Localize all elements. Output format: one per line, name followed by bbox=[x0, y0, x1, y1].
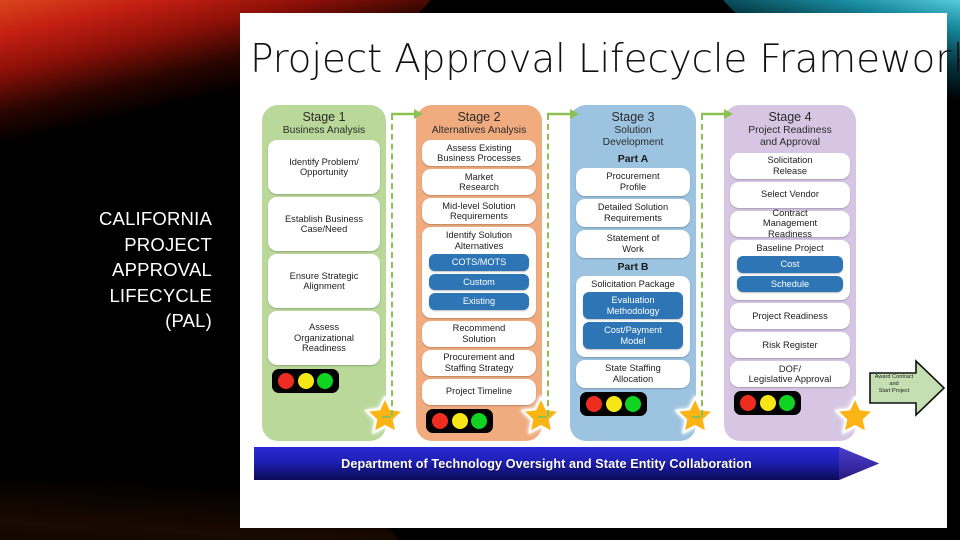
stage-item[interactable]: Procurement and Staffing Strategy bbox=[422, 349, 536, 376]
traffic-light-green bbox=[470, 412, 487, 429]
stage-column-4[interactable]: Stage 4 Project Readiness and Approval Soli… bbox=[724, 105, 856, 441]
stage-item[interactable]: Risk Register bbox=[730, 332, 850, 359]
stage-heading: Stage 3 Solution Development bbox=[570, 108, 696, 150]
stage-heading: Stage 2 Alternatives Analysis bbox=[416, 108, 542, 137]
stage-subitem[interactable]: Custom bbox=[429, 273, 529, 291]
content-panel: Project Approval Lifecycle Framework Sta… bbox=[240, 13, 960, 528]
stage-group[interactable]: Solicitation Package Evaluation Methodolog… bbox=[576, 275, 690, 357]
stage-column-2[interactable]: Stage 2 Alternatives Analysis Assess Exist… bbox=[416, 105, 542, 441]
stage-name: Solution Development bbox=[602, 124, 664, 149]
stage-item[interactable]: Procurement Profile bbox=[576, 167, 690, 196]
traffic-light-yellow bbox=[605, 396, 622, 412]
stage-column-1[interactable]: Stage 1 Business Analysis Identify Problem… bbox=[262, 105, 386, 441]
stage-items: Solicitation Release Select Vendor Contract… bbox=[724, 152, 856, 388]
stage-item[interactable]: Identify Problem/Opportunity bbox=[268, 140, 380, 195]
stage-item[interactable]: Project Timeline bbox=[422, 378, 536, 405]
award-contract-label: Award Contract and Start Project bbox=[874, 374, 914, 394]
stage-subitem[interactable]: Evaluation Methodology bbox=[583, 292, 683, 320]
stage-group-title: Identify Solution Alternatives bbox=[445, 230, 513, 251]
stage-item[interactable]: Statement of Work bbox=[576, 229, 690, 258]
traffic-light-yellow bbox=[297, 373, 314, 390]
stage-group[interactable]: Identify Solution Alternatives COTS/MOTS Cu… bbox=[422, 227, 536, 318]
stage-item[interactable]: DOF/Legislative Approval bbox=[730, 361, 850, 388]
pal-framework-diagram: Stage 1 Business Analysis Identify Problem… bbox=[240, 91, 947, 528]
stage-item[interactable]: Select Vendor bbox=[730, 181, 850, 208]
stage-name: Project Readiness and Approval bbox=[748, 124, 832, 149]
traffic-light-red bbox=[586, 396, 603, 412]
collaboration-banner[interactable]: Department of Technology Oversight and S… bbox=[254, 447, 879, 480]
page-title: Project Approval Lifecycle Framework bbox=[250, 37, 960, 82]
stage-items: Identify Problem/Opportunity Establish Bu… bbox=[262, 140, 386, 366]
stage-transition-arrow-icon bbox=[700, 107, 734, 121]
traffic-light-gate[interactable] bbox=[272, 369, 339, 394]
stage-gate-dashed-connector-h bbox=[382, 416, 391, 418]
stage-transition-arrow-icon bbox=[390, 107, 424, 121]
stage-part-label: Part B bbox=[617, 260, 649, 273]
traffic-light-gate[interactable] bbox=[426, 408, 493, 433]
traffic-light-gate[interactable] bbox=[734, 391, 801, 416]
stage-item[interactable]: Market Research bbox=[422, 169, 536, 196]
stage-item[interactable]: Assess Organizational Readiness bbox=[268, 311, 380, 366]
stage-group-title: Baseline Project bbox=[756, 242, 824, 253]
stage-subitem[interactable]: Schedule bbox=[737, 275, 843, 293]
stage-part-label: Part A bbox=[617, 152, 649, 165]
stage-items: Assess Existing Business Processes Market R… bbox=[416, 140, 542, 405]
traffic-light-yellow bbox=[451, 412, 468, 429]
stage-item[interactable]: Contract Management Readiness bbox=[730, 208, 850, 239]
traffic-light-green bbox=[316, 373, 333, 390]
traffic-light-green bbox=[624, 396, 641, 412]
stage-item[interactable]: Establish Business Case/Need bbox=[268, 197, 380, 252]
stage-group[interactable]: Baseline Project Cost Schedule bbox=[730, 239, 850, 301]
traffic-light-red bbox=[740, 395, 757, 412]
collaboration-banner-label: Department of Technology Oversight and S… bbox=[341, 456, 752, 471]
stage-item[interactable]: Detailed Solution Requirements bbox=[576, 198, 690, 227]
stage-gate-dashed-connector-h bbox=[692, 416, 701, 418]
stage-transition-arrow-icon bbox=[546, 107, 580, 121]
stage-item[interactable]: Solicitation Release bbox=[730, 152, 850, 179]
stage-name: Alternatives Analysis bbox=[431, 124, 527, 136]
stage-gate-dashed-connector bbox=[391, 114, 393, 416]
stage-item[interactable]: Recommend Solution bbox=[422, 320, 536, 347]
stage-gate-dashed-connector-h bbox=[538, 416, 547, 418]
stage-heading: Stage 4 Project Readiness and Approval bbox=[724, 108, 856, 150]
stage-subitem[interactable]: COTS/MOTS bbox=[429, 254, 529, 271]
stage-name: Business Analysis bbox=[282, 124, 366, 136]
stage-subitem[interactable]: Cost/Payment Model bbox=[583, 322, 683, 349]
stage-subitem[interactable]: Cost bbox=[737, 256, 843, 273]
slide-left-title: CALIFORNIA PROJECT APPROVAL LIFECYCLE (P… bbox=[98, 208, 212, 331]
stage-item[interactable]: Mid-level Solution Requirements bbox=[422, 198, 536, 225]
stage-number: Stage 1 bbox=[302, 110, 346, 124]
stage-gate-dashed-connector bbox=[547, 114, 549, 416]
stage-column-3[interactable]: Stage 3 Solution Development Part A Procurem… bbox=[570, 105, 696, 441]
stage-gate-dashed-connector bbox=[701, 114, 703, 416]
stage-item[interactable]: Project Readiness bbox=[730, 303, 850, 330]
award-contract-arrow[interactable]: Award Contract and Start Project bbox=[867, 357, 947, 419]
stage-number: Stage 2 bbox=[457, 110, 501, 124]
traffic-light-yellow bbox=[759, 395, 776, 412]
stage-subitem[interactable]: Existing bbox=[429, 293, 529, 310]
traffic-light-red bbox=[432, 412, 449, 429]
stage-item[interactable]: Ensure Strategic Alignment bbox=[268, 254, 380, 309]
stage-group-title: Solicitation Package bbox=[591, 278, 675, 289]
traffic-light-green bbox=[778, 395, 795, 412]
stage-item[interactable]: State Staffing Allocation bbox=[576, 360, 690, 388]
traffic-light-gate[interactable] bbox=[580, 392, 647, 416]
stage-number: Stage 3 bbox=[611, 110, 655, 124]
stage-heading: Stage 1 Business Analysis bbox=[262, 108, 386, 137]
stage-items: Part A Procurement Profile Detailed Solutio… bbox=[570, 153, 696, 388]
stage-number: Stage 4 bbox=[768, 110, 812, 124]
stage-item[interactable]: Assess Existing Business Processes bbox=[422, 140, 536, 167]
traffic-light-red bbox=[278, 373, 295, 390]
